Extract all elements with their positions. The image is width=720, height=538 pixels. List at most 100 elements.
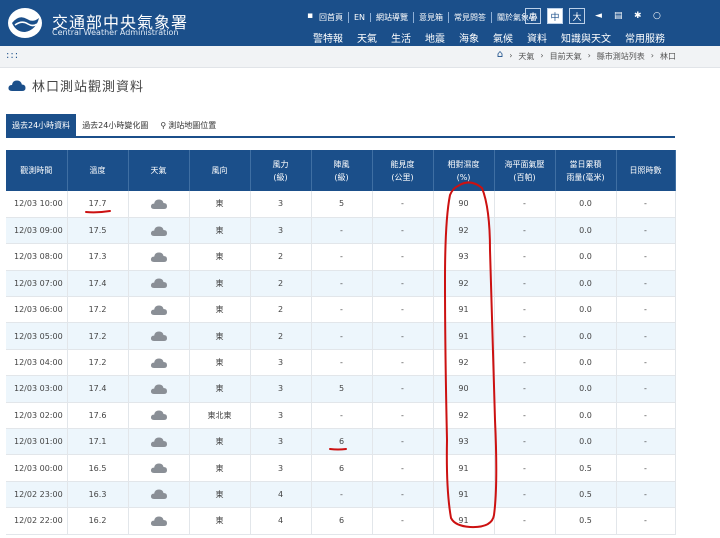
cell-temp: 17.7 [67, 191, 129, 218]
nav-life[interactable]: 生活 [384, 30, 418, 45]
nav-data[interactable]: 資料 [520, 30, 554, 45]
share-icon[interactable]: ◄ [595, 11, 602, 21]
home-small-icon: ▪ [307, 11, 314, 21]
nav-knowledge[interactable]: 知識與天文 [554, 30, 618, 45]
cell-sun: - [616, 322, 676, 350]
cell-sun: - [616, 481, 676, 509]
column-header-label: 風力 [272, 159, 289, 169]
cell-time: 12/03 04:00 [6, 349, 68, 377]
site-name-en[interactable]: Central Weather Administration [52, 28, 178, 37]
nav-marine[interactable]: 海象 [452, 30, 486, 45]
top-link-en[interactable]: EN [349, 12, 372, 22]
cell-vis: - [372, 428, 434, 456]
weather-cell [128, 296, 190, 324]
column-header: 海平面氣壓 (百帕) [494, 150, 556, 191]
tab-past-24h-chart[interactable]: 過去24小時變化圖 [76, 114, 154, 136]
top-link-faq[interactable]: 常見問答 [449, 11, 493, 23]
nav-weather[interactable]: 天氣 [350, 30, 384, 45]
cell-vis: - [372, 375, 434, 403]
cell-temp: 17.2 [67, 349, 129, 377]
gear-icon[interactable]: ✱ [634, 11, 642, 21]
column-header: 風向 [189, 150, 251, 191]
home-icon[interactable]: ⌂ [497, 49, 503, 62]
cell-time: 12/03 02:00 [6, 402, 68, 430]
cell-rain: 0.0 [555, 270, 617, 298]
nav-warnings[interactable]: 警特報 [306, 30, 350, 45]
cwa-logo-icon[interactable] [6, 6, 44, 40]
top-link-sitemap[interactable]: 網站導覽 [371, 11, 415, 23]
cell-vis: - [372, 454, 434, 482]
column-header: 能見度 (公里) [372, 150, 434, 191]
table-row: 12/02 23:00 16.3 東 4- -91-0.5- [6, 481, 676, 509]
font-size-small-button[interactable]: 小 [525, 8, 541, 24]
cell-gust: 5 [311, 375, 373, 403]
map-pin-icon: ⚲ [160, 120, 167, 130]
cell-wind-dir: 東 [189, 322, 251, 350]
cell-vis: - [372, 481, 434, 509]
breadcrumb-separator-icon: › [509, 51, 513, 60]
top-links: 回首頁 EN 網站導覽 意見箱 常見問答 關於氣象署 [314, 9, 542, 25]
print-icon[interactable]: ▤ [614, 11, 623, 21]
breadcrumb-current-weather[interactable]: 目前天氣 [550, 51, 582, 62]
cell-rain: 0.5 [555, 507, 617, 535]
cell-wind: 4 [250, 507, 312, 535]
cell-wind-dir: 東 [189, 270, 251, 298]
cell-temp: 17.4 [67, 375, 129, 403]
column-header-unit: (級) [334, 172, 349, 182]
cell-pressure: - [494, 507, 556, 535]
cell-rh: 92 [433, 402, 495, 430]
cell-wind: 3 [250, 428, 312, 456]
cell-sun: - [616, 454, 676, 482]
observation-table: 觀測時間 溫度 天氣 風向 風力 (級) 陣風 (級) 能見度 (公里) 相對濕度 (%) 海平面氣壓 (… [6, 150, 676, 535]
cell-rh: 91 [433, 507, 495, 535]
column-header: 天氣 [128, 150, 190, 191]
cloudy-icon [150, 331, 167, 342]
cell-rain: 0.0 [555, 217, 617, 245]
column-header: 觀測時間 [6, 150, 68, 191]
weather-cell [128, 454, 190, 482]
column-header-label: 當日累積 [569, 159, 602, 169]
cell-sun: - [616, 270, 676, 298]
breadcrumb-weather[interactable]: 天氣 [518, 51, 534, 62]
cell-sun: - [616, 375, 676, 403]
column-header-unit: (百帕) [513, 172, 536, 182]
menu-dots-icon[interactable]: ::: [6, 50, 19, 61]
cell-rain: 0.0 [555, 243, 617, 271]
cell-time: 12/03 03:00 [6, 375, 68, 403]
table-row: 12/03 07:00 17.4 東 2- -92-0.0- [6, 270, 676, 298]
cell-pressure: - [494, 270, 556, 298]
cell-rh: 92 [433, 270, 495, 298]
tab-station-map[interactable]: ⚲ 測站地圖位置 [154, 114, 222, 136]
search-icon[interactable]: ○ [653, 11, 661, 21]
cell-gust: - [311, 481, 373, 509]
font-size-medium-button[interactable]: 中 [547, 8, 563, 24]
nav-services[interactable]: 常用服務 [618, 30, 672, 45]
table-row: 12/03 01:00 17.1 東 3 6-93-0.0- [6, 428, 676, 456]
breadcrumb-station-list[interactable]: 縣市測站列表 [597, 51, 645, 62]
column-header-label: 陣風 [333, 159, 350, 169]
nav-climate[interactable]: 氣候 [486, 30, 520, 45]
cloudy-icon [150, 358, 167, 368]
cell-vis: - [372, 349, 434, 377]
font-size-large-button[interactable]: 大 [569, 8, 585, 24]
nav-earthquake[interactable]: 地震 [418, 30, 452, 45]
tab-past-24h-data[interactable]: 過去24小時資料 [6, 114, 77, 136]
top-link-feedback[interactable]: 意見箱 [414, 11, 450, 23]
cell-wind: 3 [250, 402, 312, 430]
cell-temp: 17.3 [67, 243, 129, 271]
cell-wind: 2 [250, 243, 312, 271]
column-header-label: 觀測時間 [20, 166, 53, 175]
cell-sun: - [616, 191, 676, 218]
cell-gust: - [311, 349, 373, 377]
cloudy-icon [150, 410, 167, 421]
cell-wind: 3 [250, 349, 312, 377]
top-link-home[interactable]: 回首頁 [314, 11, 349, 23]
table-row: 12/03 10:00 17.7 東 3 5-90-0.0- [6, 191, 676, 218]
cell-sun: - [616, 296, 676, 324]
cloudy-icon [150, 278, 167, 289]
column-header: 風力 (級) [250, 150, 312, 191]
cell-rh: 91 [433, 296, 495, 324]
cell-rain: 0.0 [555, 375, 617, 403]
breadcrumb: ⌂ › 天氣 › 目前天氣 › 縣市測站列表 › 林口 [491, 49, 676, 62]
page-title-block: 林口測站觀測資料 [8, 76, 144, 95]
